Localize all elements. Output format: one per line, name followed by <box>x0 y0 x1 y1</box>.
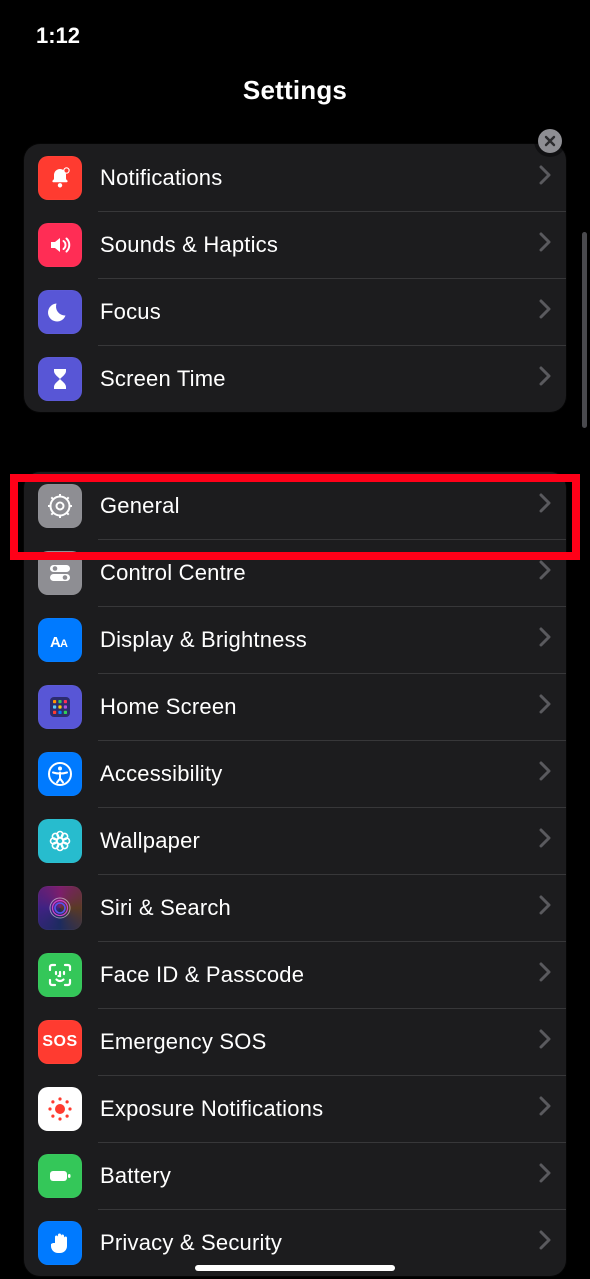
moon-icon <box>38 290 82 334</box>
app-grid-icon <box>38 685 82 729</box>
settings-row-general[interactable]: General <box>24 472 566 539</box>
hand-icon <box>38 1221 82 1265</box>
settings-row-exposure[interactable]: Exposure Notifications <box>24 1075 566 1142</box>
chevron-right-icon <box>538 895 552 920</box>
settings-list: Notifications Sounds & Haptics Focus Scr… <box>0 144 590 1276</box>
settings-group-2: General Control Centre AA Display & Brig… <box>24 472 566 1276</box>
exposure-icon <box>38 1087 82 1131</box>
row-label: Home Screen <box>100 694 530 720</box>
switches-icon <box>38 551 82 595</box>
chevron-right-icon <box>538 232 552 257</box>
row-label: Exposure Notifications <box>100 1096 530 1122</box>
settings-row-face-id[interactable]: Face ID & Passcode <box>24 941 566 1008</box>
hourglass-icon <box>38 357 82 401</box>
row-label: Sounds & Haptics <box>100 232 530 258</box>
status-bar: 1:12 <box>0 0 590 54</box>
chevron-right-icon <box>538 694 552 719</box>
bell-badge-icon <box>38 156 82 200</box>
row-label: Screen Time <box>100 366 530 392</box>
settings-row-battery[interactable]: Battery <box>24 1142 566 1209</box>
settings-row-sounds[interactable]: Sounds & Haptics <box>24 211 566 278</box>
text-size-icon: AA <box>38 618 82 662</box>
settings-group-1: Notifications Sounds & Haptics Focus Scr… <box>24 144 566 412</box>
scrollbar[interactable] <box>582 232 587 428</box>
chevron-right-icon <box>538 1029 552 1054</box>
row-label: Face ID & Passcode <box>100 962 530 988</box>
sos-text: SOS <box>42 1033 77 1051</box>
home-indicator[interactable] <box>195 1265 395 1271</box>
row-label: Control Centre <box>100 560 530 586</box>
chevron-right-icon <box>538 299 552 324</box>
settings-row-focus[interactable]: Focus <box>24 278 566 345</box>
settings-row-screen-time[interactable]: Screen Time <box>24 345 566 412</box>
row-label: Display & Brightness <box>100 627 530 653</box>
settings-row-wallpaper[interactable]: Wallpaper <box>24 807 566 874</box>
flower-icon <box>38 819 82 863</box>
battery-full-icon <box>38 1154 82 1198</box>
chevron-right-icon <box>538 1230 552 1255</box>
settings-row-notifications[interactable]: Notifications <box>24 144 566 211</box>
page-title: Settings <box>0 54 590 126</box>
speaker-icon <box>38 223 82 267</box>
settings-row-control-centre[interactable]: Control Centre <box>24 539 566 606</box>
row-label: Emergency SOS <box>100 1029 530 1055</box>
row-label: Privacy & Security <box>100 1230 530 1256</box>
chevron-right-icon <box>538 165 552 190</box>
status-time: 1:12 <box>36 23 80 49</box>
chevron-right-icon <box>538 493 552 518</box>
accessibility-icon <box>38 752 82 796</box>
settings-row-sos[interactable]: SOS Emergency SOS <box>24 1008 566 1075</box>
row-label: Accessibility <box>100 761 530 787</box>
row-label: General <box>100 493 530 519</box>
sos-icon: SOS <box>38 1020 82 1064</box>
row-label: Notifications <box>100 165 530 191</box>
row-label: Battery <box>100 1163 530 1189</box>
chevron-right-icon <box>538 962 552 987</box>
chevron-right-icon <box>538 761 552 786</box>
row-label: Siri & Search <box>100 895 530 921</box>
svg-text:A: A <box>60 638 68 650</box>
chevron-right-icon <box>538 560 552 585</box>
settings-row-home-screen[interactable]: Home Screen <box>24 673 566 740</box>
row-label: Focus <box>100 299 530 325</box>
chevron-right-icon <box>538 1163 552 1188</box>
row-label: Wallpaper <box>100 828 530 854</box>
chevron-right-icon <box>538 366 552 391</box>
chevron-right-icon <box>538 1096 552 1121</box>
siri-icon <box>38 886 82 930</box>
chevron-right-icon <box>538 828 552 853</box>
settings-row-display[interactable]: AA Display & Brightness <box>24 606 566 673</box>
settings-row-accessibility[interactable]: Accessibility <box>24 740 566 807</box>
gear-icon <box>38 484 82 528</box>
chevron-right-icon <box>538 627 552 652</box>
faceid-icon <box>38 953 82 997</box>
settings-row-siri[interactable]: Siri & Search <box>24 874 566 941</box>
